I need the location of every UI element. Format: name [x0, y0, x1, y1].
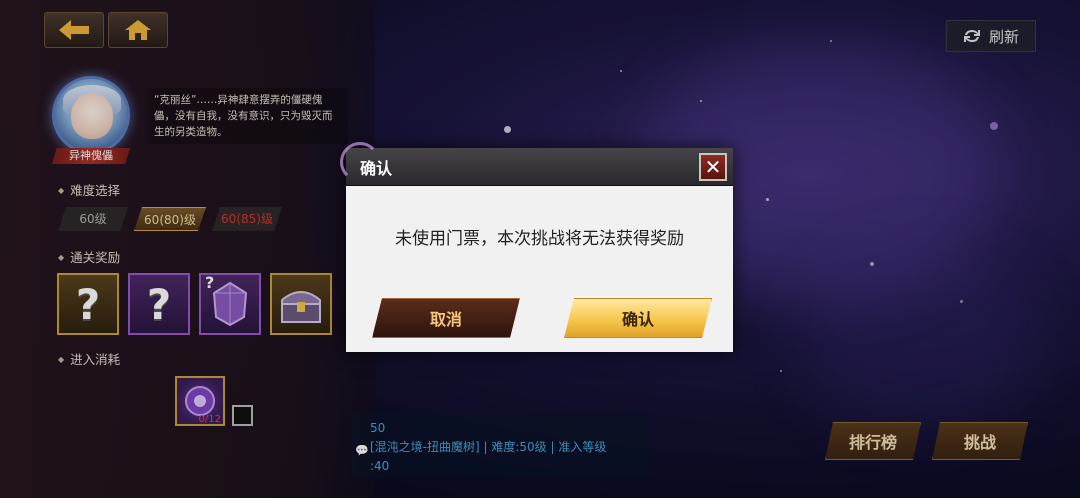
dialog-message: 未使用门票，本次挑战将无法获得奖励: [395, 229, 684, 249]
confirm-dialog: 确认 ✕ 未使用门票，本次挑战将无法获得奖励 取消 确认: [340, 142, 733, 352]
close-icon: ✕: [704, 155, 722, 179]
cancel-button[interactable]: 取消: [372, 298, 520, 338]
dialog-title: 确认: [360, 159, 393, 178]
close-button[interactable]: ✕: [699, 153, 727, 181]
dialog-header: 确认 ✕: [340, 142, 733, 186]
confirm-button[interactable]: 确认: [564, 298, 712, 338]
